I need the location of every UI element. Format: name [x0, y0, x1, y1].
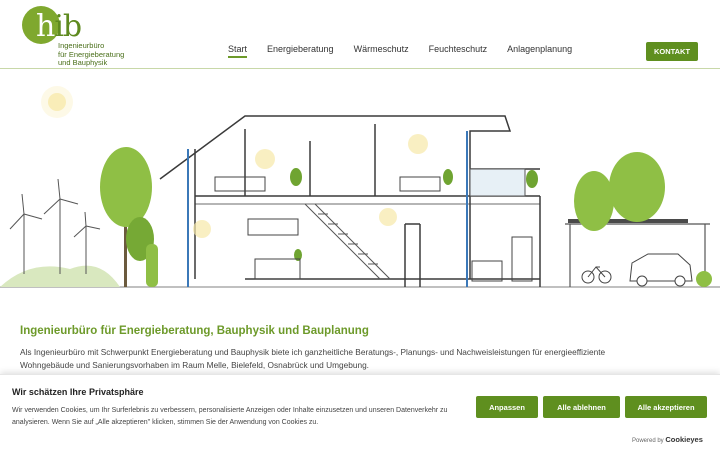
- powered-by[interactable]: Powered by Cookieyes: [632, 435, 703, 444]
- kitchen-cabinet: [247, 218, 299, 236]
- cookie-text: Wir verwenden Cookies, um Ihr Surferlebn…: [12, 407, 448, 426]
- accept-all-button[interactable]: Alle akzeptieren: [625, 396, 707, 418]
- window-icon: [469, 168, 526, 197]
- bicycle-icon: [581, 266, 612, 284]
- tree-icon: [100, 147, 158, 287]
- nav-anlagenplanung[interactable]: Anlagenplanung: [507, 44, 572, 58]
- sofa-icon: [214, 176, 266, 192]
- hero-illustration: [0, 86, 720, 288]
- wind-turbine-icon: [9, 178, 101, 274]
- nav-feuchteschutz[interactable]: Feuchteschutz: [429, 44, 488, 58]
- sun-icon: [41, 86, 73, 118]
- kitchen-counter: [254, 258, 301, 280]
- page-title: Ingenieurbüro für Energieberatung, Bauph…: [20, 325, 369, 337]
- sofa-icon: [399, 176, 441, 192]
- nav-energieberatung[interactable]: Energieberatung: [267, 44, 334, 58]
- staircase-icon: [304, 203, 391, 280]
- nav-start[interactable]: Start: [228, 44, 248, 58]
- site-header: hib Ingenieurbüro für Energieberatung un…: [0, 0, 720, 69]
- reject-all-button[interactable]: Alle ablehnen: [543, 396, 620, 418]
- cookie-title: Wir schätzen Ihre Privatsphäre: [12, 387, 144, 397]
- nav-waermeschutz[interactable]: Wärmeschutz: [354, 44, 409, 58]
- washer-icon: [471, 260, 503, 282]
- main-nav: Start Energieberatung Wärmeschutz Feucht…: [228, 44, 572, 58]
- heat-pump-icon: [511, 236, 533, 282]
- contact-button[interactable]: KONTAKT: [646, 42, 698, 61]
- logo-subtitle: Ingenieurbüro für Energieberatung und Ba…: [58, 41, 125, 67]
- intro-text: Als Ingenieurbüro mit Schwerpunkt Energi…: [20, 347, 606, 370]
- logo[interactable]: hib Ingenieurbüro für Energieberatung un…: [22, 6, 132, 67]
- cookie-banner: Wir schätzen Ihre Privatsphäre Wir verwe…: [0, 374, 720, 451]
- logo-letters: hib: [36, 9, 82, 44]
- customize-button[interactable]: Anpassen: [476, 396, 538, 418]
- car-icon: [629, 253, 693, 287]
